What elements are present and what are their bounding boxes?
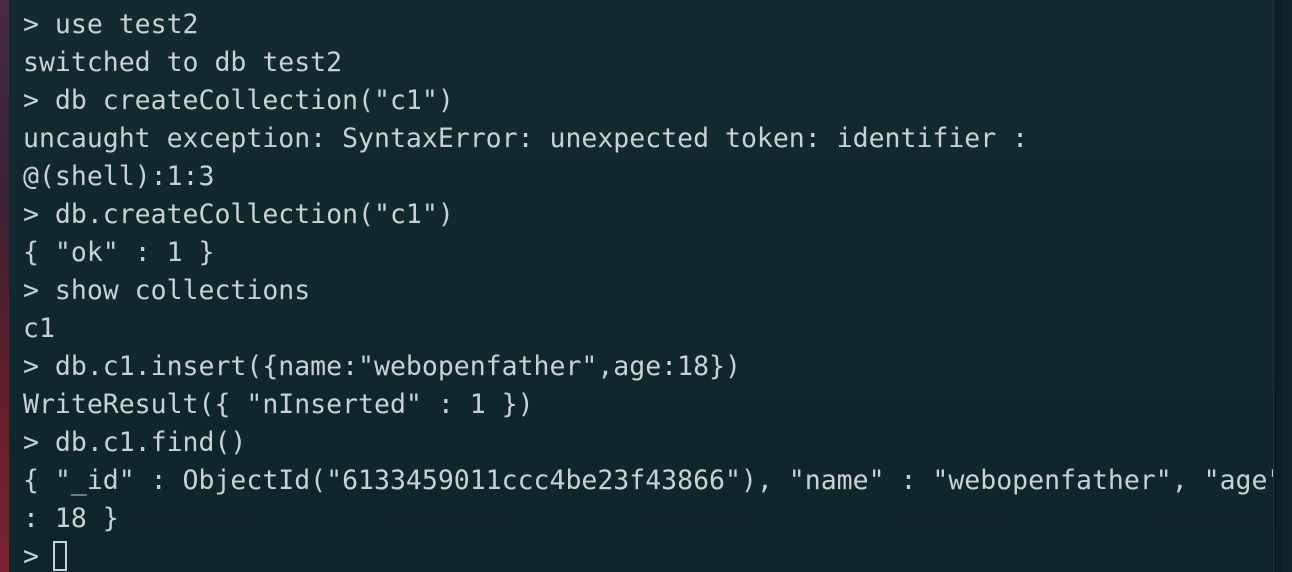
terminal-line: > db.createCollection("c1")	[23, 199, 454, 230]
text-cursor	[52, 541, 67, 571]
terminal-line: > show collections	[23, 275, 311, 306]
terminal-line: { "ok" : 1 }	[23, 237, 215, 268]
terminal-prompt-line[interactable]: >	[23, 538, 1283, 572]
terminal-line: @(shell):1:3	[23, 161, 215, 192]
terminal-line: : 18 }	[23, 503, 119, 534]
terminal-line: > use test2	[23, 9, 199, 40]
terminal-line: c1	[23, 313, 55, 344]
terminal-line: > db.c1.insert({name:"webopenfather",age…	[23, 351, 741, 382]
scrollbar[interactable]	[1273, 0, 1283, 572]
terminal-window[interactable]: > use test2 switched to db test2 > db cr…	[9, 0, 1283, 572]
terminal-line: switched to db test2	[23, 47, 343, 78]
terminal-output: > use test2 switched to db test2 > db cr…	[23, 6, 1283, 572]
terminal-line: > db createCollection("c1")	[23, 85, 454, 116]
desktop-wallpaper-edge	[0, 0, 9, 572]
prompt-symbol: >	[23, 541, 39, 572]
terminal-line: uncaught exception: SyntaxError: unexpec…	[23, 123, 1029, 154]
terminal-line: WriteResult({ "nInserted" : 1 })	[23, 389, 534, 420]
terminal-line: { "_id" : ObjectId("6133459011ccc4be23f4…	[23, 465, 1283, 496]
terminal-line: > db.c1.find()	[23, 427, 247, 458]
